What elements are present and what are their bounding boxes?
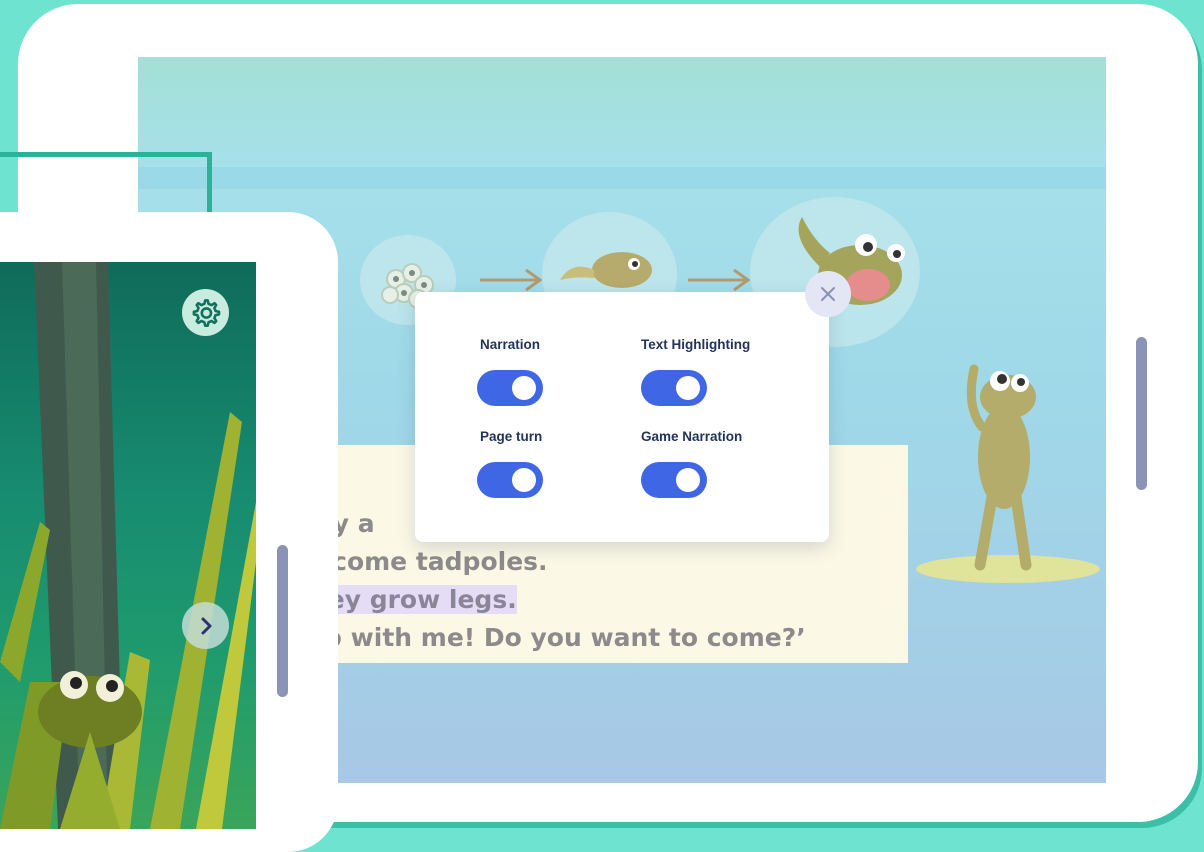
arrow-icon	[688, 268, 751, 292]
story-line: oecome tadpoles.	[298, 547, 548, 576]
narration-toggle[interactable]	[477, 370, 543, 406]
settings-button[interactable]	[182, 289, 229, 336]
toggle-knob	[512, 468, 536, 492]
game-narration-toggle[interactable]	[641, 462, 707, 498]
story-line: mp with me! Do you want to come?’	[298, 623, 806, 652]
book-page-screen	[0, 262, 256, 829]
narration-label: Narration	[480, 337, 541, 352]
toggle-knob	[676, 468, 700, 492]
toggle-knob	[512, 376, 536, 400]
game-narration-label: Game Narration	[641, 429, 743, 444]
scroll-handle[interactable]	[277, 545, 288, 697]
toggle-knob	[676, 376, 700, 400]
close-button[interactable]	[805, 271, 851, 317]
next-page-button[interactable]	[182, 602, 229, 649]
callout-line	[0, 152, 212, 157]
text-highlighting-toggle[interactable]	[641, 370, 707, 406]
page-turn-label: Page turn	[480, 429, 543, 444]
frog-illustration	[916, 364, 1100, 583]
gear-icon	[192, 298, 220, 327]
text-highlighting-label: Text Highlighting	[641, 337, 751, 352]
reeds-illustration	[0, 262, 256, 829]
scroll-handle[interactable]	[1136, 337, 1147, 490]
arrow-icon	[480, 268, 543, 292]
background-mist	[138, 167, 1106, 189]
page-turn-toggle[interactable]	[477, 462, 543, 498]
close-icon	[821, 287, 835, 301]
settings-dialog	[415, 292, 829, 542]
chevron-right-icon	[201, 617, 211, 634]
